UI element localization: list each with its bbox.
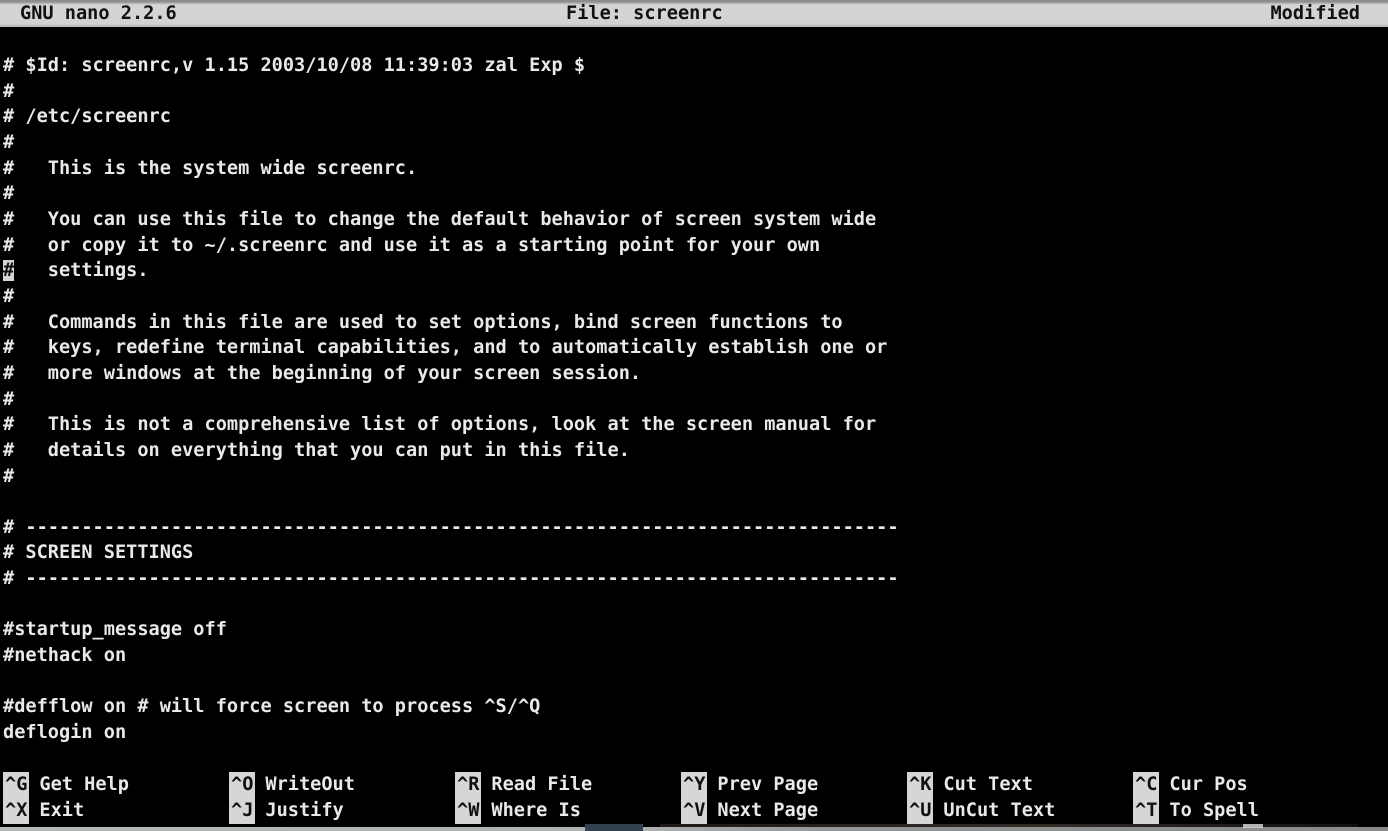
shortcut-label: Read File — [491, 774, 592, 795]
shortcut-label: Prev Page — [717, 774, 818, 795]
shortcut-label: Cur Pos — [1169, 774, 1247, 795]
shortcut-get-help[interactable]: ^G Get Help — [3, 772, 229, 798]
shortcut-key-badge: ^R — [455, 772, 481, 798]
editor-line[interactable]: # — [0, 464, 1388, 490]
editor-line[interactable]: #startup_message off — [0, 617, 1388, 643]
editor-line[interactable]: # more windows at the beginning of your … — [0, 361, 1388, 387]
editor-line[interactable]: # keys, redefine terminal capabilities, … — [0, 335, 1388, 361]
shortcut-label: Get Help — [39, 774, 129, 795]
background-window-sliver — [0, 824, 1388, 831]
editor-line[interactable]: # Commands in this file are used to set … — [0, 310, 1388, 336]
editor-line[interactable]: # --------------------------------------… — [0, 515, 1388, 541]
app-version-label: GNU nano 2.2.6 — [20, 1, 177, 27]
shortcut-key-badge: ^K — [907, 772, 933, 798]
shortcut-key-badge: ^X — [3, 798, 29, 824]
text-cursor: # — [3, 260, 14, 281]
shortcut-cur-pos[interactable]: ^C Cur Pos — [1133, 772, 1359, 798]
editor-line[interactable]: # or copy it to ~/.screenrc and use it a… — [0, 233, 1388, 259]
editor-line[interactable]: # — [0, 284, 1388, 310]
shortcut-label: Justify — [265, 800, 343, 821]
editor-line[interactable]: #defflow on # will force screen to proce… — [0, 694, 1388, 720]
shortcut-key-badge: ^C — [1133, 772, 1159, 798]
shortcut-uncut-text[interactable]: ^U UnCut Text — [907, 798, 1133, 824]
shortcut-label: Exit — [39, 800, 84, 821]
editor-line[interactable] — [0, 489, 1388, 515]
shortcut-label: UnCut Text — [943, 800, 1055, 821]
editor-line[interactable]: # — [0, 79, 1388, 105]
editor-line[interactable]: # /etc/screenrc — [0, 104, 1388, 130]
editor-line[interactable]: # settings. — [0, 258, 1388, 284]
editor-line[interactable] — [0, 592, 1388, 618]
shortcut-label: WriteOut — [265, 774, 355, 795]
shortcut-writeout[interactable]: ^O WriteOut — [229, 772, 455, 798]
editor-line[interactable]: # SCREEN SETTINGS — [0, 540, 1388, 566]
shortcut-read-file[interactable]: ^R Read File — [455, 772, 681, 798]
shortcut-key-badge: ^G — [3, 772, 29, 798]
nano-titlebar: GNU nano 2.2.6 File: screenrc Modified — [0, 0, 1388, 27]
shortcut-justify[interactable]: ^J Justify — [229, 798, 455, 824]
editor-line[interactable]: deflogin on — [0, 720, 1388, 746]
modified-status: Modified — [1270, 1, 1360, 27]
editor-line[interactable]: # — [0, 387, 1388, 413]
shortcut-key-badge: ^V — [681, 798, 707, 824]
editor-line[interactable]: # --------------------------------------… — [0, 566, 1388, 592]
editor-line[interactable]: # — [0, 181, 1388, 207]
shortcut-label: Cut Text — [943, 774, 1033, 795]
shortcut-key-badge: ^T — [1133, 798, 1159, 824]
file-name-label: File: screenrc — [566, 1, 723, 27]
shortcut-bar: ^G Get Help ^O WriteOut ^R Read File ^Y Prev Pa… — [0, 772, 1388, 824]
shortcut-key-badge: ^O — [229, 772, 255, 798]
editor-line[interactable]: # — [0, 130, 1388, 156]
background-window-edge — [0, 827, 1388, 831]
shortcut-row: ^G Get Help ^O WriteOut ^R Read File ^Y Prev Pa… — [0, 772, 1388, 798]
editor-line[interactable]: # $Id: screenrc,v 1.15 2003/10/08 11:39:… — [0, 53, 1388, 79]
editor-area[interactable]: # $Id: screenrc,v 1.15 2003/10/08 11:39:… — [0, 27, 1388, 772]
shortcut-key-badge: ^U — [907, 798, 933, 824]
editor-line[interactable]: # You can use this file to change the de… — [0, 207, 1388, 233]
shortcut-prev-page[interactable]: ^Y Prev Page — [681, 772, 907, 798]
shortcut-row: ^X Exit ^J Justify ^W Where Is ^V Next Page ^U Un… — [0, 798, 1388, 824]
shortcut-label: Where Is — [491, 800, 581, 821]
shortcut-label: To Spell — [1169, 800, 1259, 821]
shortcut-key-badge: ^Y — [681, 772, 707, 798]
shortcut-key-badge: ^W — [455, 798, 481, 824]
shortcut-where-is[interactable]: ^W Where Is — [455, 798, 681, 824]
editor-line[interactable]: # This is not a comprehensive list of op… — [0, 412, 1388, 438]
editor-line[interactable]: # details on everything that you can put… — [0, 438, 1388, 464]
editor-line[interactable] — [0, 669, 1388, 695]
shortcut-key-badge: ^J — [229, 798, 255, 824]
editor-line[interactable]: # This is the system wide screenrc. — [0, 156, 1388, 182]
terminal-window: GNU nano 2.2.6 File: screenrc Modified #… — [0, 0, 1388, 831]
editor-line[interactable]: #nethack on — [0, 643, 1388, 669]
shortcut-next-page[interactable]: ^V Next Page — [681, 798, 907, 824]
background-blue-element — [585, 824, 643, 831]
shortcut-label: Next Page — [717, 800, 818, 821]
shortcut-cut-text[interactable]: ^K Cut Text — [907, 772, 1133, 798]
shortcut-to-spell[interactable]: ^T To Spell — [1133, 798, 1359, 824]
shortcut-exit[interactable]: ^X Exit — [3, 798, 229, 824]
background-light-element — [1243, 824, 1263, 828]
